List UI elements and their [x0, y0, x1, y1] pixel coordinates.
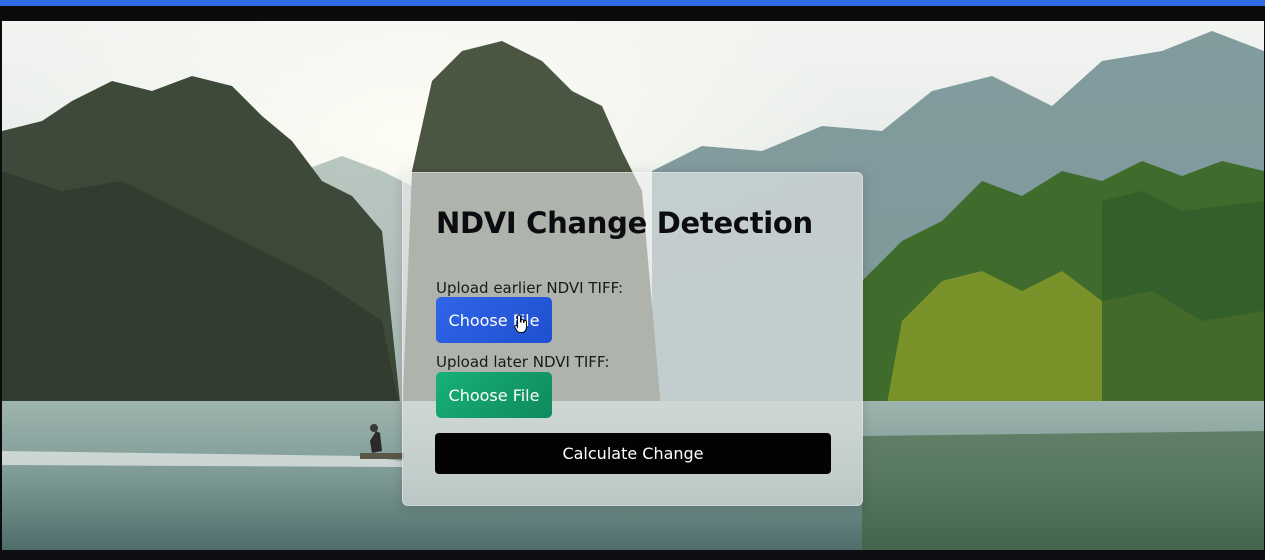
later-upload-label: Upload later NDVI TIFF: [436, 353, 610, 371]
top-accent-bar [0, 0, 1265, 6]
earlier-choose-file-button[interactable]: Choose File [436, 297, 552, 343]
upload-card: NDVI Change Detection Upload earlier NDV… [402, 172, 863, 506]
page-title: NDVI Change Detection [436, 206, 813, 240]
earlier-upload-label: Upload earlier NDVI TIFF: [436, 279, 624, 297]
later-choose-file-button[interactable]: Choose File [436, 372, 552, 418]
calculate-change-button[interactable]: Calculate Change [435, 433, 831, 474]
bottom-bar [0, 550, 1265, 560]
